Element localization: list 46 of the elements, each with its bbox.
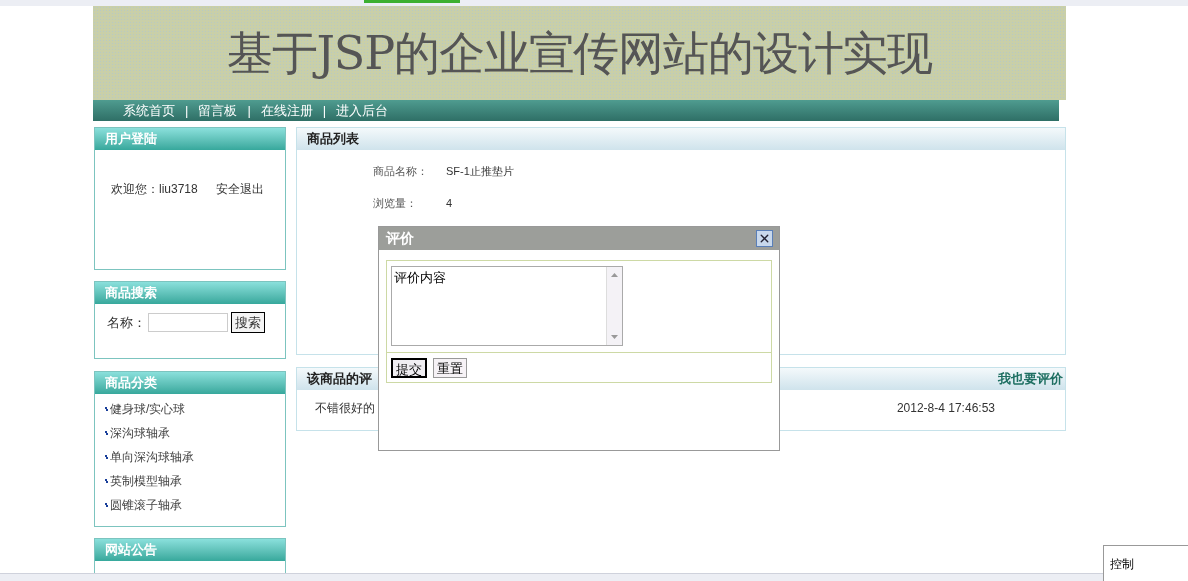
bullet-icon <box>105 406 108 412</box>
welcome-text: 欢迎您：liu3718 <box>111 181 198 198</box>
search-field[interactable] <box>148 313 228 332</box>
close-icon <box>758 232 771 245</box>
bullet-icon <box>105 502 108 508</box>
bullet-icon <box>105 454 108 460</box>
field-value: SF-1止推垫片 <box>446 164 514 178</box>
panel-title: 商品分类 <box>105 374 157 393</box>
category-link[interactable]: 单向深沟球轴承 <box>110 448 194 466</box>
site-title: 基于JSP的企业宣传网站的设计实现 <box>226 24 933 82</box>
close-button[interactable] <box>756 230 773 247</box>
nav-link[interactable]: 进入后台 <box>336 100 389 121</box>
form-button[interactable]: 提交 <box>391 357 427 378</box>
field-value: 4 <box>446 196 453 210</box>
nav-link[interactable]: 在线注册 <box>260 100 313 121</box>
comment-textarea[interactable]: 评价内容 <box>391 266 623 346</box>
category-link[interactable]: 深沟球轴承 <box>110 424 170 442</box>
scroll-down-icon <box>611 335 618 339</box>
search-label: 名称： <box>107 313 146 332</box>
review-link[interactable]: 我也要评价 <box>998 369 1063 389</box>
form-button[interactable]: 重置 <box>433 357 467 378</box>
panel-title: 网站公告 <box>105 541 157 560</box>
review-time: 2012-8-4 17:46:53 <box>896 400 995 417</box>
scroll-up-icon <box>611 273 618 277</box>
field-label: 商品名称： <box>373 164 429 178</box>
panel-title: 该商品的评 <box>307 370 372 389</box>
bullet-icon <box>105 478 108 484</box>
search-button[interactable]: 搜索 <box>231 312 265 333</box>
control-title: 控制 <box>1110 557 1134 571</box>
panel-title: 用户登陆 <box>105 130 157 149</box>
panel-title: 商品列表 <box>307 130 359 149</box>
nav-separator: | <box>185 101 189 120</box>
nav-link[interactable]: 留言板 <box>198 100 238 121</box>
bullet-icon <box>105 430 108 436</box>
nav-separator: | <box>247 101 251 120</box>
nav-separator: | <box>322 101 327 120</box>
textarea-value: 评价内容 <box>393 269 447 287</box>
dialog-title: 评价 <box>386 229 414 248</box>
category-link[interactable]: 健身球/实心球 <box>110 400 186 418</box>
review-text: 不错很好的 <box>315 400 375 417</box>
category-link[interactable]: 英制模型轴承 <box>110 472 182 490</box>
logout-link[interactable]: 安全退出 <box>215 180 264 198</box>
category-link[interactable]: 圆锥滚子轴承 <box>110 496 182 514</box>
nav-link[interactable]: 系统首页 <box>123 100 175 121</box>
panel-title: 商品搜索 <box>105 284 157 303</box>
field-label: 浏览量： <box>373 196 418 210</box>
